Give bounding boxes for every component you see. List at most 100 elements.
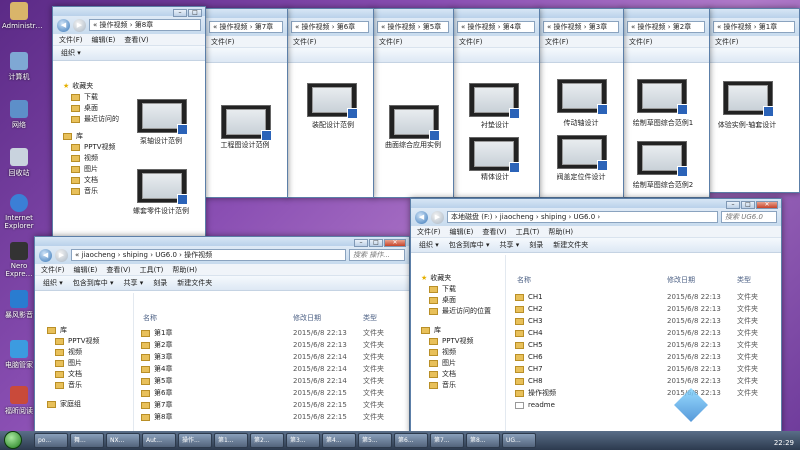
menu-file[interactable]: 文件(F): [545, 37, 569, 47]
sidebar-item-pptv[interactable]: PPTV视频: [47, 336, 100, 347]
video-thumbnail[interactable]: [469, 83, 520, 119]
system-clock[interactable]: 22:29: [774, 439, 794, 447]
sidebar-item-docs[interactable]: 文档: [421, 369, 491, 380]
menu-file[interactable]: 文件(F): [59, 35, 83, 45]
taskbar-button[interactable]: 第2...: [250, 433, 284, 448]
address-bar[interactable]: « 操作视频 › 第4章: [457, 21, 535, 33]
sidebar-item-downloads[interactable]: 下载: [63, 92, 119, 103]
window-ch4[interactable]: « 操作视频 › 第4章 文件(F) 衬垫设计 精体设计: [452, 8, 540, 198]
column-type[interactable]: 类型: [363, 313, 377, 323]
new-folder-button[interactable]: 新建文件夹: [553, 240, 588, 250]
table-row[interactable]: 第4章: [141, 363, 172, 375]
sidebar-item-video[interactable]: 视频: [421, 347, 491, 358]
table-row[interactable]: CH7: [515, 363, 543, 375]
table-row[interactable]: readme: [515, 399, 555, 411]
table-row[interactable]: 第6章: [141, 387, 172, 399]
table-row[interactable]: CH8: [515, 375, 543, 387]
menu-file[interactable]: 文件(F): [41, 265, 65, 275]
address-bar[interactable]: « 操作视频 › 第6章: [291, 21, 369, 33]
sidebar-item-pictures[interactable]: 图片: [421, 358, 491, 369]
sidebar-item-video[interactable]: 视频: [63, 153, 119, 164]
sidebar-item-music[interactable]: 音乐: [421, 380, 491, 391]
menu-file[interactable]: 文件(F): [459, 37, 483, 47]
organize-button[interactable]: 组织 ▾: [419, 240, 439, 250]
sidebar-item-desktop[interactable]: 桌面: [421, 295, 491, 306]
taskbar-button[interactable]: 第7...: [430, 433, 464, 448]
menu-help[interactable]: 帮助(H): [548, 227, 573, 237]
sidebar-item-docs[interactable]: 文档: [47, 369, 100, 380]
maximize-button[interactable]: □: [369, 239, 383, 247]
close-button[interactable]: ✕: [756, 201, 778, 209]
sidebar-item-recent[interactable]: 最近访问的位置: [421, 306, 491, 317]
menu-edit[interactable]: 编辑(E): [74, 265, 98, 275]
sidebar-item-favorites[interactable]: ★ 收藏夹: [63, 81, 119, 92]
window-operation-videos[interactable]: – □ ✕ ◀ ▶ « jiaocheng › shiping › UG6.0 › …: [34, 236, 410, 432]
sidebar-item-pptv[interactable]: PPTV视频: [421, 336, 491, 347]
window-ch3[interactable]: « 操作视频 › 第3章 文件(F) 传动轴设计 阀盖定位件设计: [538, 8, 624, 198]
menu-file[interactable]: 文件(F): [293, 37, 317, 47]
table-row[interactable]: CH2: [515, 303, 543, 315]
video-thumbnail[interactable]: [307, 83, 358, 119]
address-bar[interactable]: « 操作视频 › 第7章: [209, 21, 283, 33]
column-date[interactable]: 修改日期: [293, 313, 321, 323]
desktop-icon-foxit[interactable]: 福昕阅读: [2, 386, 36, 416]
desktop-icon-ie[interactable]: Internet Explorer: [2, 194, 36, 230]
address-bar[interactable]: « 操作视频 › 第8章: [89, 19, 201, 31]
video-thumbnail[interactable]: [137, 99, 188, 135]
burn-button[interactable]: 刻录: [153, 278, 167, 288]
sidebar-item-pictures[interactable]: 图片: [63, 164, 119, 175]
taskbar-button[interactable]: UG...: [502, 433, 536, 448]
taskbar-button[interactable]: 操作...: [178, 433, 212, 448]
sidebar-item-video[interactable]: 视频: [47, 347, 100, 358]
close-button[interactable]: ✕: [384, 239, 406, 247]
menu-file[interactable]: 文件(F): [629, 37, 653, 47]
column-name[interactable]: 名称: [517, 275, 531, 285]
organize-button[interactable]: 组织 ▾: [43, 278, 63, 288]
sidebar-item-favorites[interactable]: ★ 收藏夹: [421, 273, 491, 284]
table-row[interactable]: 第7章: [141, 399, 172, 411]
menu-file[interactable]: 文件(F): [379, 37, 403, 47]
menu-view[interactable]: 查看(V): [106, 265, 130, 275]
new-folder-button[interactable]: 新建文件夹: [177, 278, 212, 288]
sidebar-item-library[interactable]: 库: [421, 325, 491, 336]
window-ch5[interactable]: « 操作视频 › 第5章 文件(F) 曲面综合应用实例: [372, 8, 454, 198]
taskbar-button[interactable]: NX...: [106, 433, 140, 448]
video-thumbnail[interactable]: [469, 137, 520, 173]
sidebar-item-library[interactable]: 库: [47, 325, 100, 336]
menu-file[interactable]: 文件(F): [211, 37, 235, 47]
table-row[interactable]: 第8章: [141, 411, 172, 423]
desktop-icon-guanjia[interactable]: 电脑管家: [2, 340, 36, 370]
taskbar-button[interactable]: 舞...: [70, 433, 104, 448]
forward-button[interactable]: ▶: [55, 248, 68, 262]
taskbar-button[interactable]: 第1...: [214, 433, 248, 448]
back-button[interactable]: ◀: [39, 248, 52, 262]
menu-file[interactable]: 文件(F): [715, 37, 739, 47]
minimize-button[interactable]: –: [726, 201, 740, 209]
minimize-button[interactable]: –: [354, 239, 368, 247]
address-bar[interactable]: « 操作视频 › 第3章: [543, 21, 619, 33]
forward-button[interactable]: ▶: [431, 210, 444, 224]
sidebar-item-downloads[interactable]: 下载: [421, 284, 491, 295]
desktop-icon-nero[interactable]: Nero Expre…: [2, 242, 36, 278]
menu-edit[interactable]: 编辑(E): [450, 227, 474, 237]
sidebar-item-docs[interactable]: 文档: [63, 175, 119, 186]
column-date[interactable]: 修改日期: [667, 275, 695, 285]
taskbar-button[interactable]: Aut...: [142, 433, 176, 448]
table-row[interactable]: 第3章: [141, 351, 172, 363]
menu-tools[interactable]: 工具(T): [140, 265, 164, 275]
video-thumbnail[interactable]: [557, 135, 608, 171]
menu-file[interactable]: 文件(F): [417, 227, 441, 237]
table-row[interactable]: 操作视频: [515, 387, 556, 399]
desktop-icon-admin[interactable]: Administr…: [2, 2, 43, 30]
table-row[interactable]: CH1: [515, 291, 543, 303]
include-library-button[interactable]: 包含到库中 ▾: [449, 240, 490, 250]
back-button[interactable]: ◀: [57, 18, 70, 32]
video-thumbnail[interactable]: [557, 79, 608, 115]
address-bar[interactable]: 本地磁盘 (F:) › jiaocheng › shiping › UG6.0 …: [447, 211, 718, 223]
table-row[interactable]: CH4: [515, 327, 543, 339]
maximize-button[interactable]: □: [741, 201, 755, 209]
desktop-icon-computer[interactable]: 计算机: [2, 52, 36, 82]
sidebar-item-pptv[interactable]: PPTV视频: [63, 142, 119, 153]
desktop-icon-recycle[interactable]: 回收站: [2, 148, 36, 178]
search-input[interactable]: 搜索 操作...: [349, 249, 405, 261]
